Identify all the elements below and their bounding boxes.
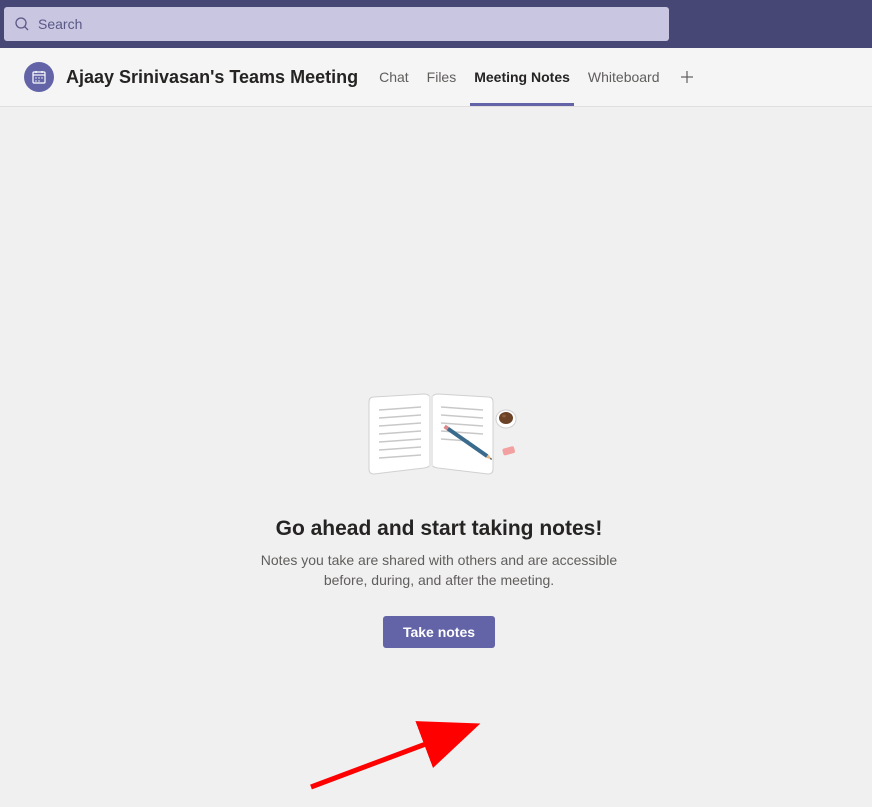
annotation-arrow bbox=[306, 627, 506, 807]
search-input[interactable] bbox=[4, 7, 669, 41]
empty-state-subtext: Notes you take are shared with others an… bbox=[249, 551, 629, 590]
search-icon bbox=[14, 16, 30, 32]
add-tab-button[interactable] bbox=[669, 69, 705, 85]
take-notes-button[interactable]: Take notes bbox=[383, 616, 495, 648]
header-bar: Ajaay Srinivasan's Teams Meeting Chat Fi… bbox=[0, 48, 872, 107]
tab-whiteboard[interactable]: Whiteboard bbox=[580, 48, 668, 106]
notebook-illustration bbox=[354, 387, 524, 487]
content-area: Go ahead and start taking notes! Notes y… bbox=[6, 107, 872, 734]
empty-state-heading: Go ahead and start taking notes! bbox=[276, 517, 603, 541]
search-container bbox=[4, 7, 669, 41]
tab-meeting-notes[interactable]: Meeting Notes bbox=[466, 48, 578, 106]
top-bar bbox=[0, 0, 872, 48]
plus-icon bbox=[679, 69, 695, 85]
tab-files[interactable]: Files bbox=[419, 48, 465, 106]
tab-chat[interactable]: Chat bbox=[371, 48, 417, 106]
calendar-icon bbox=[24, 62, 54, 92]
tabs: Chat Files Meeting Notes Whiteboard bbox=[370, 48, 704, 106]
meeting-title: Ajaay Srinivasan's Teams Meeting bbox=[66, 67, 358, 88]
